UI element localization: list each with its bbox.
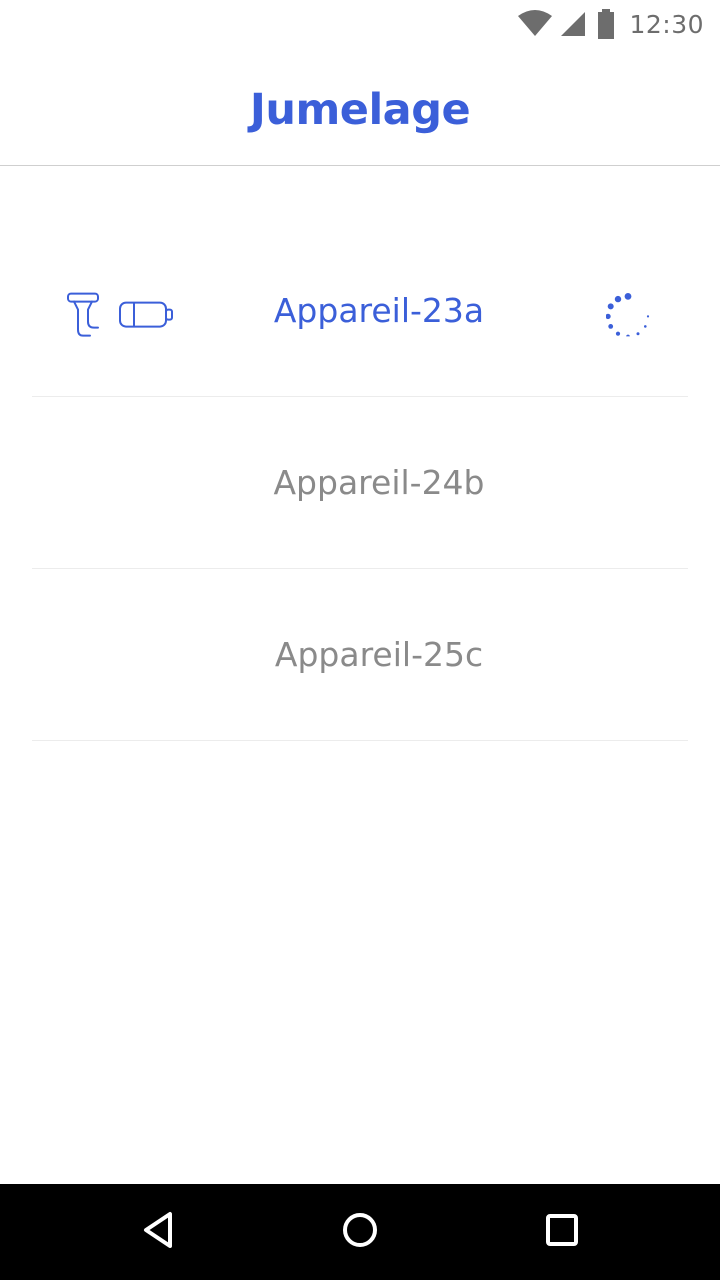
status-bar: 12:30 [0,0,720,48]
device-row-appareil-23a[interactable]: Appareil-23a [32,224,688,397]
home-button[interactable] [336,1208,384,1256]
navigation-bar [0,1184,720,1280]
recents-icon [542,1210,582,1254]
pairing-screen: 12:30 Jumelage Appareil-23a Appareil-24b… [0,0,720,1280]
device-name: Appareil-23a [273,290,485,330]
battery-outline-icon [118,300,176,330]
status-time: 12:30 [629,9,704,39]
status-icons: 12:30 [517,8,704,40]
wifi-icon [517,10,553,38]
device-status-icons [66,292,176,338]
device-row-appareil-25c[interactable]: Appareil-25c [32,569,688,741]
home-icon [340,1210,380,1254]
handpiece-icon [66,292,102,338]
connecting-spinner-icon [605,292,650,339]
device-row-appareil-24b[interactable]: Appareil-24b [32,397,688,569]
device-name: Appareil-24b [273,463,485,502]
recents-button[interactable] [538,1208,586,1256]
cell-signal-icon [557,10,587,38]
device-name: Appareil-25c [274,635,484,674]
back-button[interactable] [136,1208,184,1256]
header: Jumelage [0,48,720,166]
battery-icon [597,9,615,39]
page-title: Jumelage [249,84,471,135]
device-list: Appareil-23a Appareil-24b Appareil-25c [32,224,688,741]
back-icon [140,1210,180,1254]
